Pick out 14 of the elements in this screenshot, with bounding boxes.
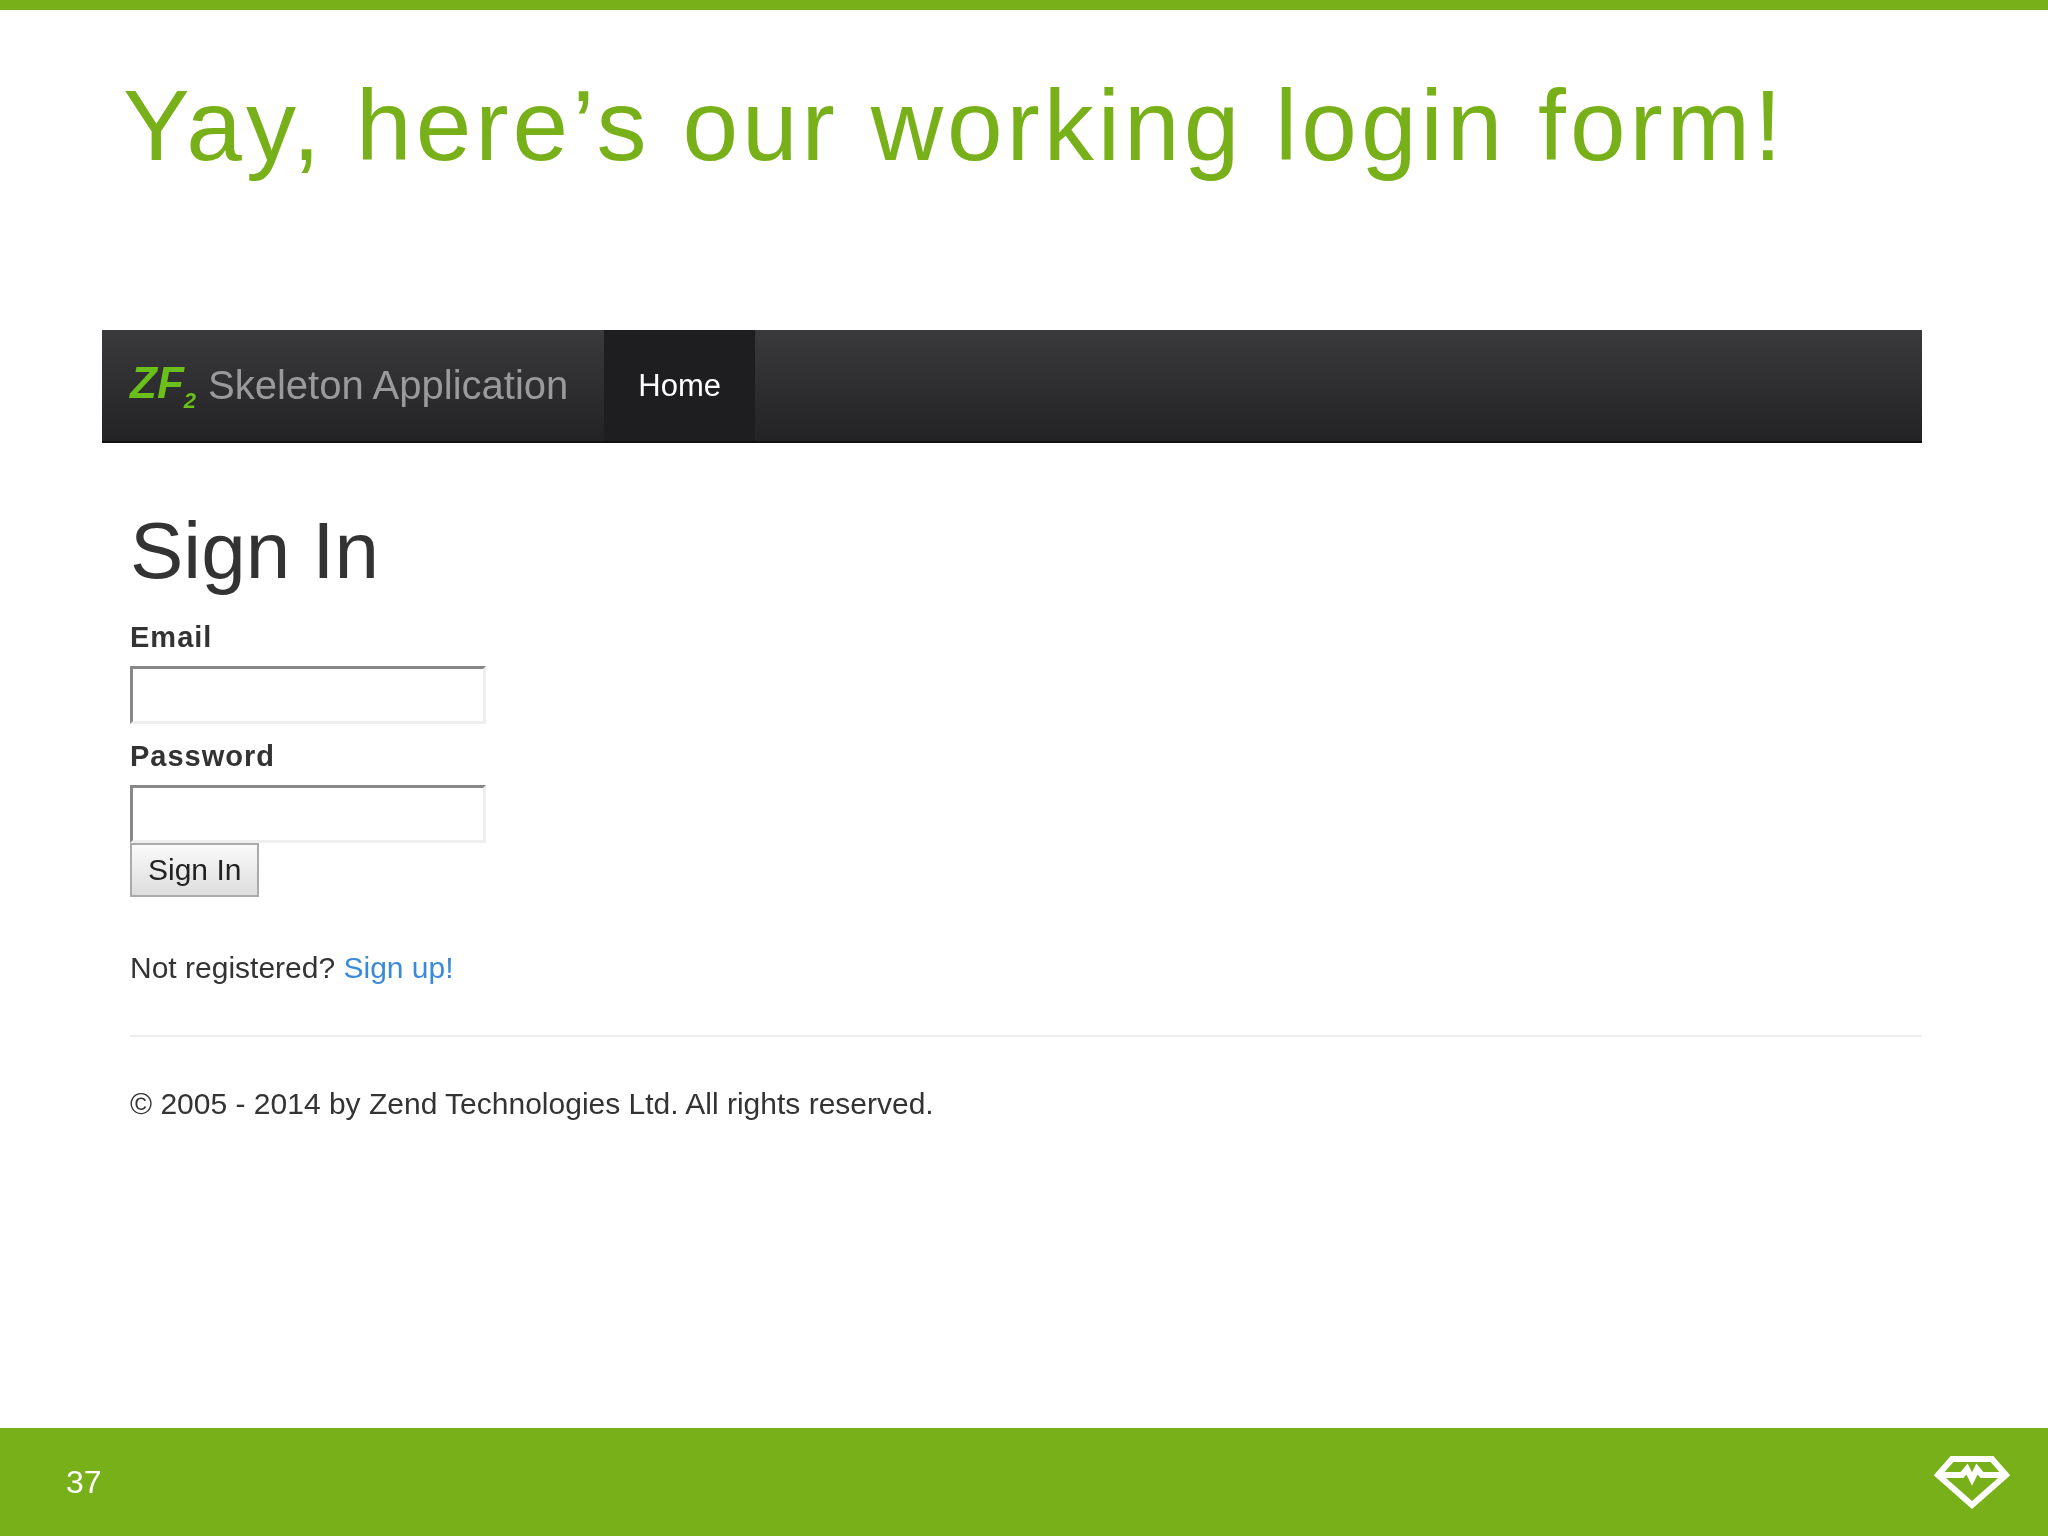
field-label: Password xyxy=(130,740,275,773)
diamond-icon xyxy=(1934,1455,2010,1509)
field-label: Email xyxy=(130,621,213,654)
page-number: 37 xyxy=(66,1463,102,1501)
copyright-text: © 2005 - 2014 by Zend Technologies Ltd. All rights reserved. xyxy=(130,1087,934,1121)
brand-logo: ZF$_{2}$ xyxy=(130,357,196,414)
nav-tab[interactable]: Home xyxy=(604,330,755,441)
sign-up-link[interactable]: Sign up! xyxy=(343,951,454,984)
input-field[interactable] xyxy=(130,666,486,724)
slide-title: Yay, here’s our working login form! xyxy=(123,70,1787,180)
input-field[interactable] xyxy=(130,785,486,843)
sign-in-button[interactable]: Sign In xyxy=(130,843,260,897)
register-prompt: Not registered? xyxy=(130,951,336,984)
brand-link[interactable]: Skeleton Application xyxy=(208,363,569,408)
